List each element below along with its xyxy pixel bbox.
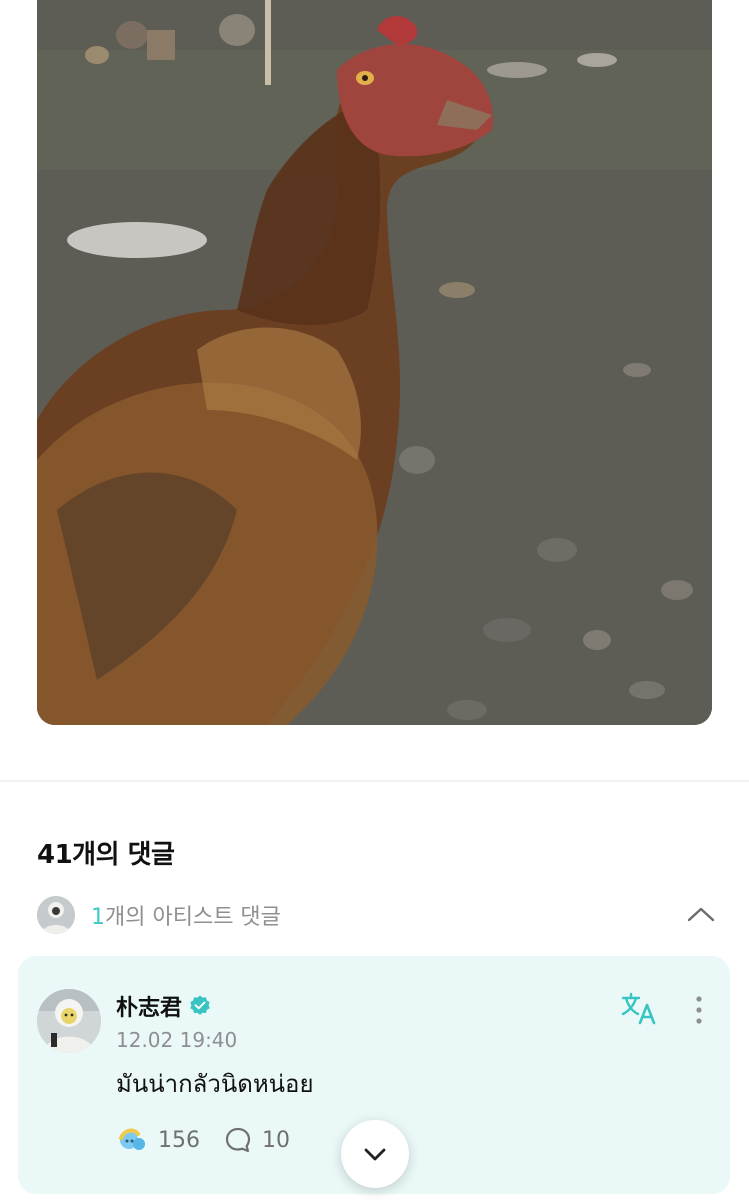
comment-author-name[interactable]: 朴志君 [116, 990, 182, 1022]
reply-count: 10 [262, 1127, 290, 1153]
like-count: 156 [158, 1127, 200, 1153]
like-button[interactable]: 156 [118, 1126, 200, 1154]
section-divider [0, 780, 749, 782]
avatar[interactable] [37, 989, 101, 1053]
scroll-down-button[interactable] [341, 1120, 409, 1188]
comment-actions: 156 10 [118, 1126, 290, 1154]
comments-count-title: 41개의 댓글 [37, 840, 175, 870]
comment-timestamp: 12.02 19:40 [116, 1028, 238, 1052]
post-image[interactable] [37, 0, 712, 725]
more-vertical-icon[interactable] [688, 994, 710, 1028]
artist-comments-count: 1 [91, 905, 105, 930]
artist-comments-toggle[interactable]: 1개의 아티스트 댓글 [37, 895, 717, 935]
reply-bubble-icon [225, 1127, 251, 1153]
chevron-down-icon [364, 1148, 386, 1161]
like-reaction-icon [119, 1128, 145, 1150]
artist-comments-label: 1개의 아티스트 댓글 [91, 899, 281, 931]
verified-badge-icon [190, 995, 210, 1015]
chevron-up-icon[interactable] [685, 899, 717, 931]
artist-mini-avatar [37, 896, 75, 934]
comment-text: มันน่ากลัวนิดหน่อย [116, 1070, 314, 1098]
comment-author-row: 朴志君 [116, 990, 212, 1022]
artist-comments-suffix: 개의 아티스트 댓글 [105, 905, 281, 930]
translate-icon[interactable] [620, 992, 658, 1026]
reply-button[interactable]: 10 [224, 1126, 290, 1154]
